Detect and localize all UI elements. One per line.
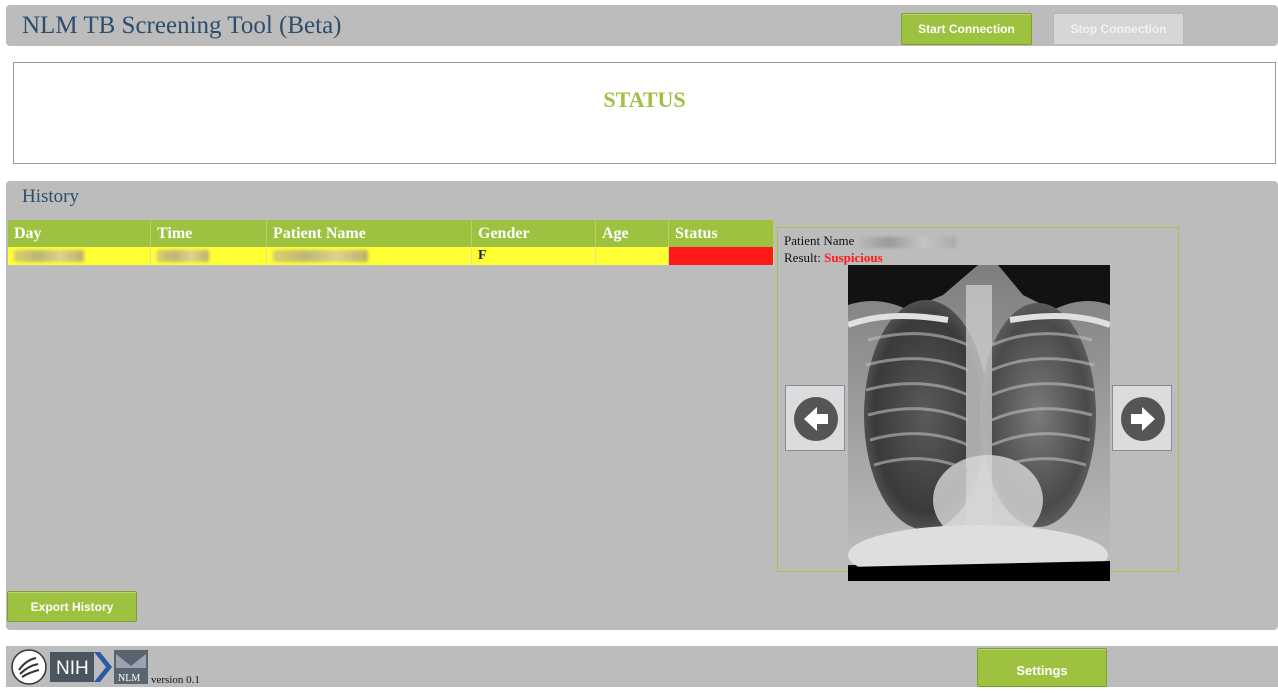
start-connection-button[interactable]: Start Connection [901,13,1032,45]
cell-patient-name [266,247,472,265]
redacted-time [157,249,209,262]
history-title: History [22,186,79,207]
cell-day [8,247,151,265]
cell-age [595,247,669,265]
history-panel: History Day Time Patient Name Gender Age… [6,181,1278,630]
next-image-button[interactable] [1112,385,1172,451]
column-time[interactable]: Time [150,220,267,247]
column-patient-name[interactable]: Patient Name [266,220,472,247]
arrow-left-icon [794,397,838,441]
nih-logo: NIH [50,652,112,682]
patient-name-line: Patient Name [784,233,957,249]
cell-gender: F [471,247,596,265]
top-bar: NLM TB Screening Tool (Beta) Start Conne… [6,5,1278,46]
settings-button[interactable]: Settings [977,648,1107,687]
table-row[interactable]: F [8,247,774,265]
result-value: Suspicious [824,250,883,265]
history-header-row: Day Time Patient Name Gender Age Status [8,220,774,247]
redacted-viewer-patient-name [856,236,957,248]
nlm-logo: NLM [114,650,148,684]
app-title: NLM TB Screening Tool (Beta) [22,12,342,39]
cell-status [668,247,774,265]
column-gender[interactable]: Gender [471,220,596,247]
status-panel: STATUS [13,62,1276,164]
result-line: Result: Suspicious [784,250,883,266]
result-label: Result: [784,250,821,265]
redacted-patient-name [273,249,368,262]
chest-xray-image [848,265,1110,581]
footer-bar: NIH NLM version 0.1 Settings [6,646,1278,687]
nih-text: NIH [56,658,89,679]
patient-name-label: Patient Name [784,233,855,248]
xray-viewer: Patient Name Result: Suspicious [777,227,1179,581]
status-label: STATUS [603,87,686,112]
version-label: version 0.1 [151,674,200,686]
column-status[interactable]: Status [668,220,774,247]
redacted-day [14,249,84,262]
stop-connection-button[interactable]: Stop Connection [1053,13,1184,45]
agency-logos: NIH NLM [11,649,148,685]
hhs-logo [11,649,47,685]
column-age[interactable]: Age [595,220,669,247]
export-history-button[interactable]: Export History [7,591,137,622]
nlm-text: NLM [118,673,140,684]
cell-time [150,247,267,265]
history-table: Day Time Patient Name Gender Age Status … [8,220,774,265]
column-day[interactable]: Day [8,220,151,247]
previous-image-button[interactable] [785,385,845,451]
arrow-right-icon [1121,397,1165,441]
